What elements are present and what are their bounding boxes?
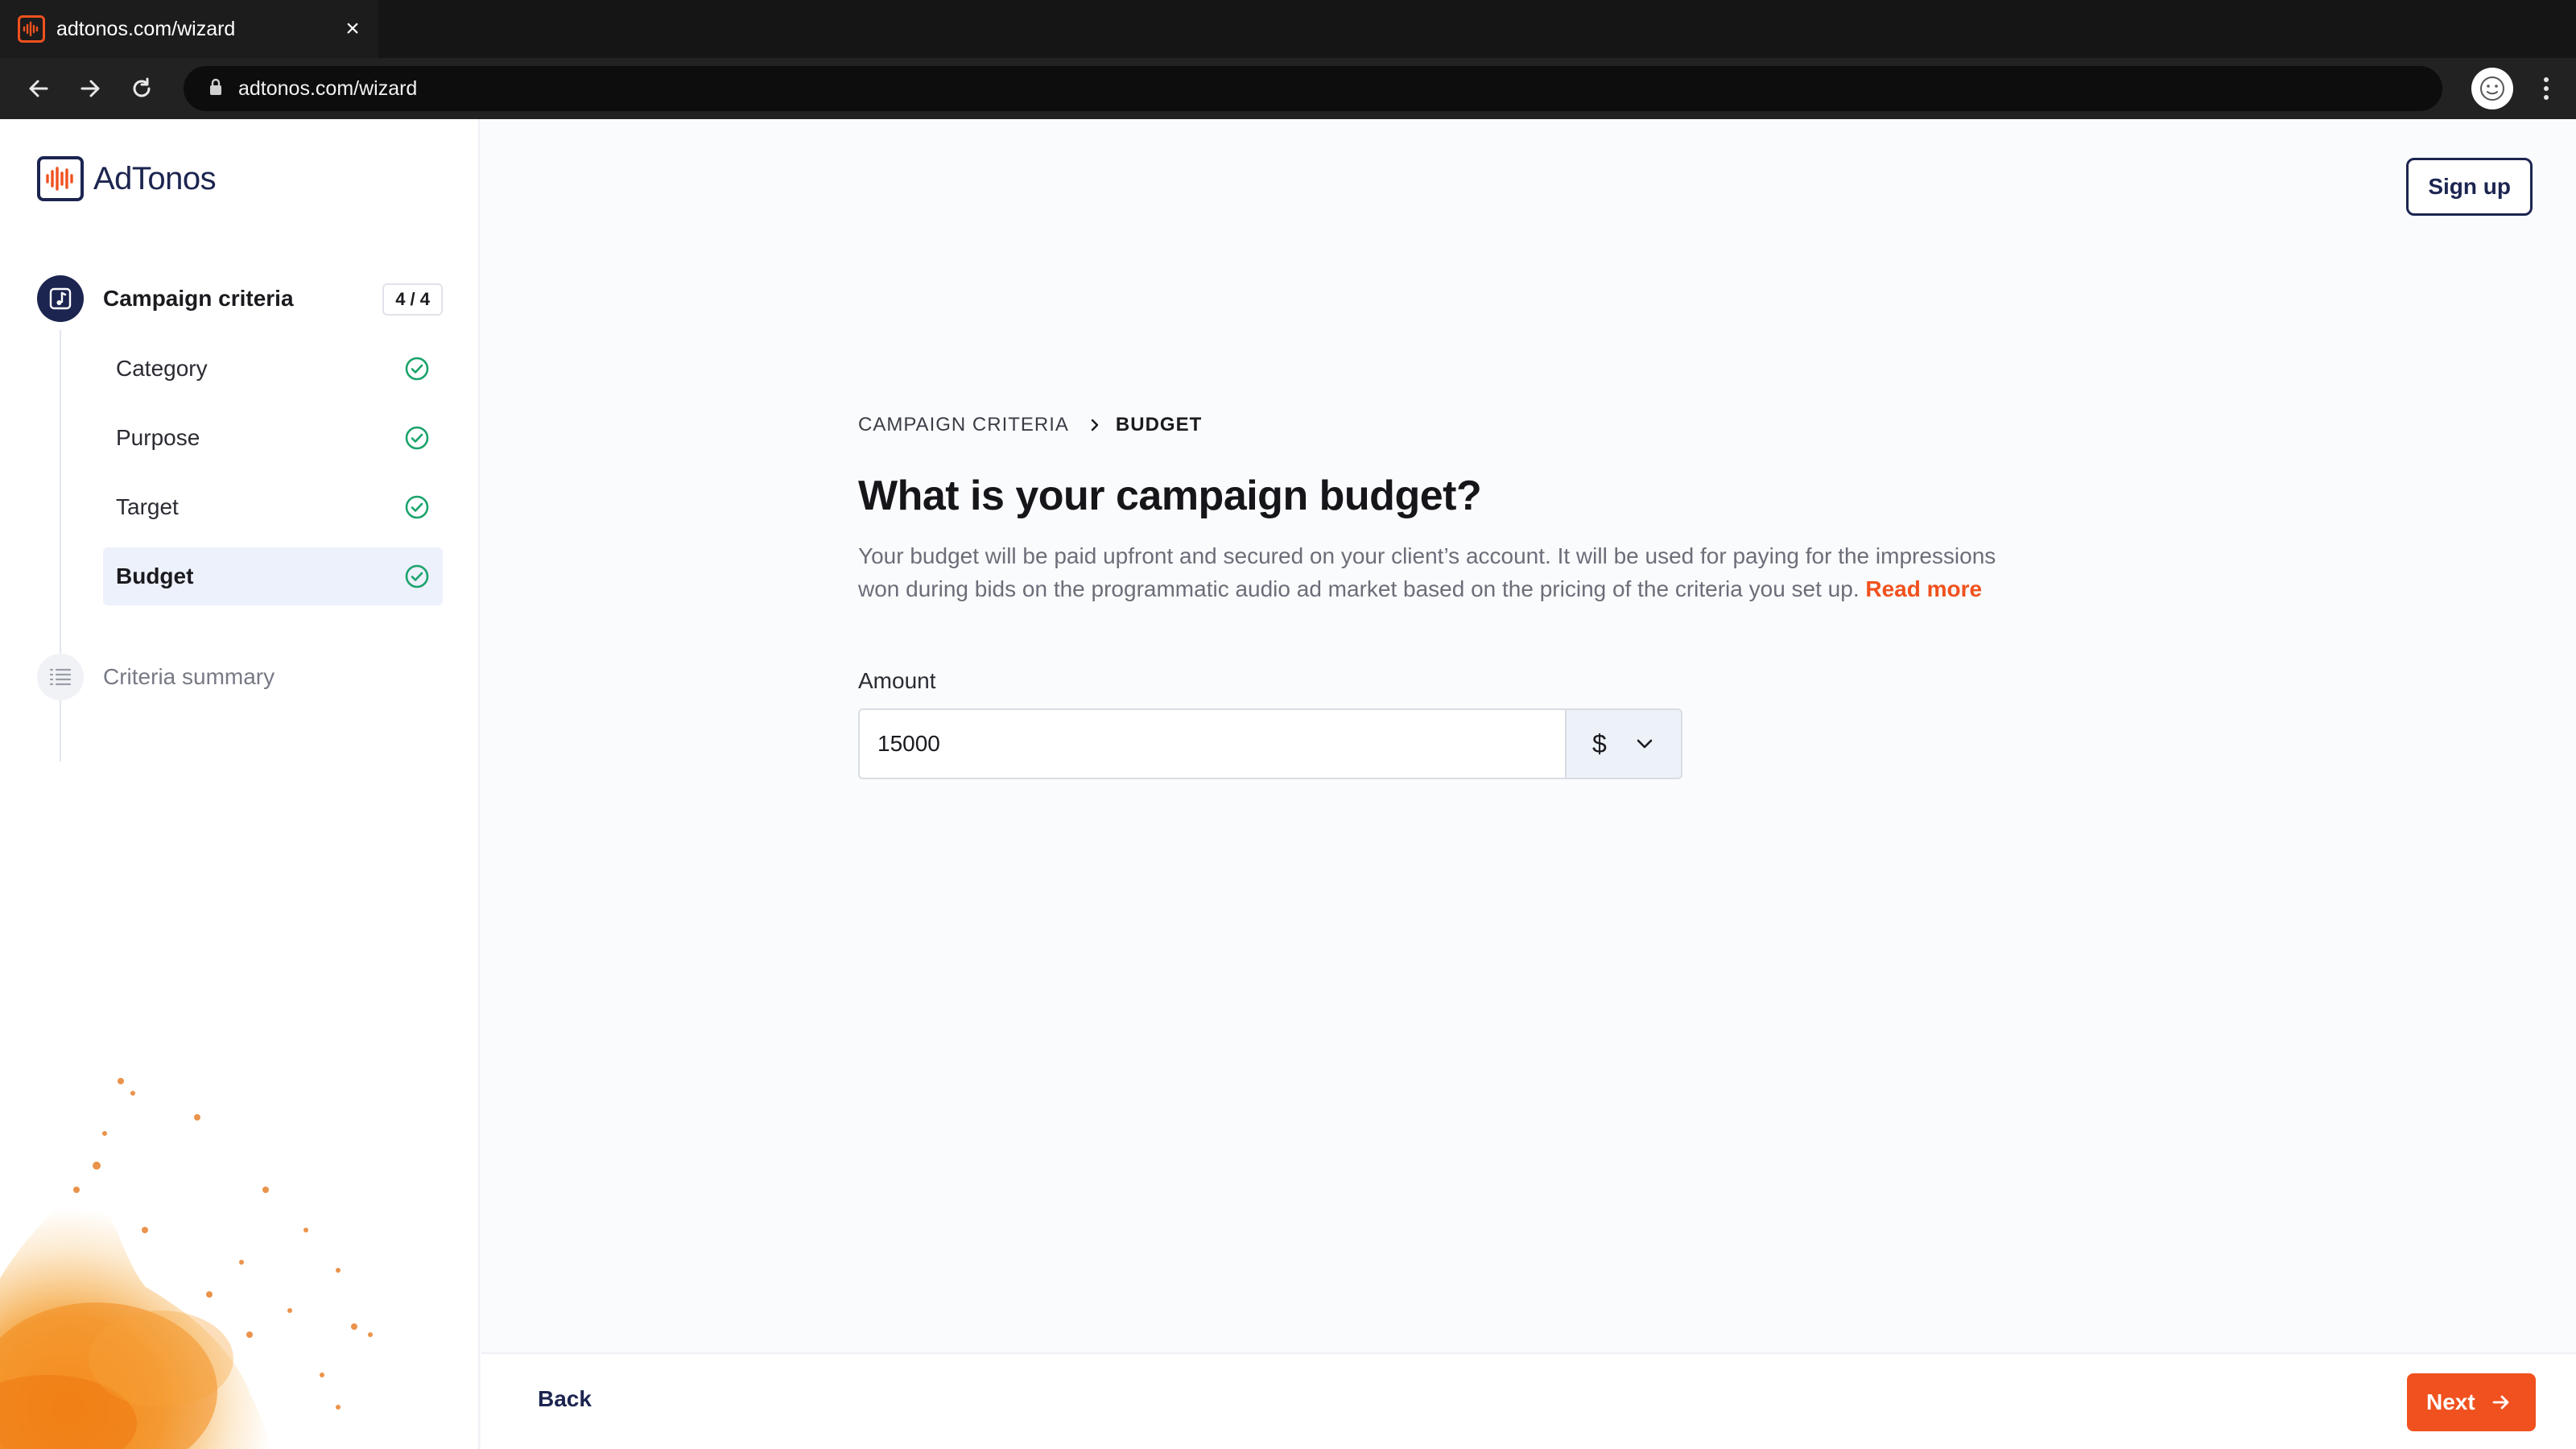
list-icon	[37, 654, 84, 700]
currency-symbol: $	[1592, 729, 1607, 758]
adtonos-favicon-icon	[18, 15, 45, 43]
breadcrumb-item-budget: BUDGET	[1115, 414, 1203, 436]
substep-label: Target	[116, 494, 179, 519]
check-circle-icon	[405, 495, 429, 519]
substep-label: Purpose	[116, 425, 200, 450]
substep-category[interactable]: Category	[103, 340, 443, 398]
budget-step-content: CAMPAIGN CRITERIA BUDGET What is your ca…	[858, 414, 2033, 779]
step-progress-badge: 4 / 4	[382, 283, 443, 316]
currency-select[interactable]: $	[1565, 708, 1682, 779]
address-bar[interactable]: adtonos.com/wizard	[184, 66, 2442, 111]
wizard-sidebar: AdTonos Campaign criteria 4 / 4 Category…	[0, 119, 480, 1449]
browser-tab[interactable]: adtonos.com/wizard ×	[0, 0, 378, 58]
check-circle-icon	[405, 564, 429, 588]
substep-label: Budget	[116, 564, 194, 588]
step-label: Criteria summary	[103, 664, 275, 689]
forward-arrow-icon[interactable]	[72, 71, 108, 106]
browser-toolbar: adtonos.com/wizard	[0, 58, 2576, 119]
next-button[interactable]: Next	[2407, 1373, 2536, 1431]
wizard-main: Sign up CAMPAIGN CRITERIA BUDGET What is…	[481, 119, 2576, 1449]
profile-avatar-icon[interactable]	[2471, 68, 2513, 109]
amount-label: Amount	[858, 668, 936, 693]
browser-tab-bar: adtonos.com/wizard ×	[0, 0, 2576, 58]
check-circle-icon	[405, 426, 429, 450]
step-criteria-summary[interactable]: Criteria summary	[37, 654, 275, 700]
sign-up-button[interactable]: Sign up	[2406, 158, 2533, 216]
breadcrumb: CAMPAIGN CRITERIA BUDGET	[858, 414, 2033, 436]
amount-input[interactable]	[858, 708, 1565, 779]
substep-budget[interactable]: Budget	[103, 547, 443, 605]
amount-field-group: $	[858, 708, 1682, 779]
substep-label: Category	[116, 356, 208, 381]
kebab-menu-icon[interactable]	[2534, 71, 2558, 106]
brand-name: AdTonos	[93, 160, 217, 196]
substep-purpose[interactable]: Purpose	[103, 409, 443, 467]
wizard-footer: Back Next	[481, 1352, 2576, 1449]
read-more-link[interactable]: Read more	[1865, 576, 1982, 601]
orange-powder-splash-decoration	[0, 1078, 373, 1449]
back-arrow-icon[interactable]	[21, 71, 56, 106]
adtonos-logo-icon	[37, 156, 84, 201]
substep-target[interactable]: Target	[103, 478, 443, 536]
chevron-down-icon	[1637, 739, 1653, 749]
breadcrumb-item-campaign-criteria[interactable]: CAMPAIGN CRITERIA	[858, 414, 1069, 436]
tab-title: adtonos.com/wizard	[56, 17, 236, 40]
lock-icon	[209, 78, 222, 100]
page-title: What is your campaign budget?	[858, 473, 1482, 519]
reload-icon[interactable]	[124, 71, 159, 106]
arrow-right-icon	[2492, 1395, 2509, 1410]
back-button[interactable]: Back	[538, 1386, 592, 1412]
check-circle-icon	[405, 357, 429, 381]
step-label: Campaign criteria	[103, 286, 294, 311]
chevron-right-icon	[1091, 419, 1099, 431]
brand-logo[interactable]: AdTonos	[37, 156, 217, 201]
music-note-icon	[37, 275, 84, 322]
url-text: adtonos.com/wizard	[238, 76, 418, 100]
close-icon[interactable]: ×	[338, 14, 367, 43]
description-text: Your budget will be paid upfront and sec…	[858, 543, 1996, 601]
step-campaign-criteria[interactable]: Campaign criteria 4 / 4	[37, 275, 443, 322]
next-button-label: Next	[2426, 1389, 2475, 1414]
page-description: Your budget will be paid upfront and sec…	[858, 539, 2017, 605]
